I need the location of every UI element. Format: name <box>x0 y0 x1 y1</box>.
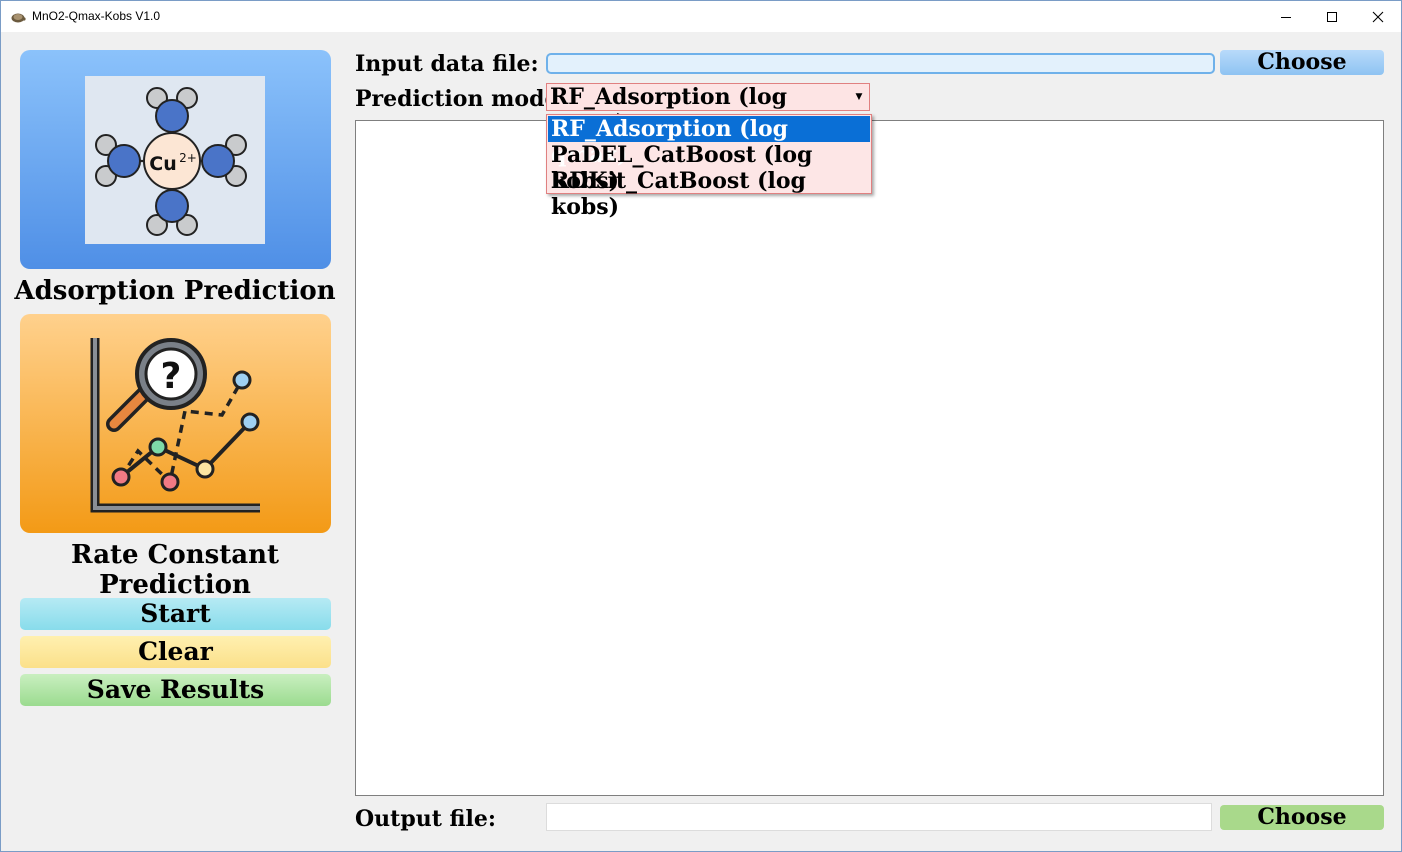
adsorption-prediction-card[interactable]: Cu 2+ <box>20 50 331 269</box>
model-option-padel-catboost[interactable]: PaDEL_CatBoost (log kobs) <box>548 142 870 194</box>
start-button[interactable]: Start <box>20 598 331 630</box>
rate-constant-prediction-card[interactable]: ? <box>20 314 331 533</box>
choose-input-button[interactable]: Choose <box>1220 50 1384 75</box>
ion-symbol: Cu <box>149 153 176 175</box>
ion-charge: 2+ <box>179 151 197 165</box>
minimize-button[interactable] <box>1263 1 1309 32</box>
query-mark: ? <box>161 356 182 397</box>
save-results-button[interactable]: Save Results <box>20 674 331 706</box>
copper-complex-icon: Cu 2+ <box>85 76 265 244</box>
prediction-model-label: Prediction model: <box>355 86 575 112</box>
output-file-field[interactable] <box>546 803 1212 831</box>
model-option-rdkit-catboost[interactable]: RDKit_CatBoost (log kobs) <box>548 168 870 220</box>
input-file-label: Input data file: <box>355 51 539 77</box>
close-button[interactable] <box>1355 1 1401 32</box>
adsorption-prediction-label: Adsorption Prediction <box>14 276 336 306</box>
choose-output-button[interactable]: Choose <box>1220 805 1384 830</box>
clear-button[interactable]: Clear <box>20 636 331 668</box>
window-title: MnO2-Qmax-Kobs V1.0 <box>32 9 161 23</box>
minimize-icon <box>1281 16 1291 18</box>
results-text-area[interactable] <box>355 120 1384 796</box>
tortoise-app-icon <box>11 13 26 23</box>
maximize-button[interactable] <box>1309 1 1355 32</box>
title-bar: MnO2-Qmax-Kobs V1.0 <box>1 1 1401 32</box>
input-file-field[interactable] <box>546 53 1215 74</box>
prediction-model-select[interactable]: RF_Adsorption (log qmax) ▼ <box>546 83 870 136</box>
app-window: MnO2-Qmax-Kobs V1.0 Cu 2+ Adsorption Pre… <box>0 0 1402 852</box>
maximize-icon <box>1327 11 1337 22</box>
model-option-rf-adsorption[interactable]: RF_Adsorption (log qmax) <box>548 116 870 168</box>
output-file-label: Output file: <box>355 806 496 832</box>
chart-analysis-icon: ? <box>90 338 260 513</box>
close-icon <box>1372 11 1384 22</box>
dropdown-arrow-icon[interactable]: ▼ <box>850 85 868 109</box>
rate-constant-prediction-label: Rate Constant Prediction <box>71 540 279 600</box>
model-options-list[interactable]: RF_Adsorption (log qmax) PaDEL_CatBoost … <box>546 114 872 220</box>
